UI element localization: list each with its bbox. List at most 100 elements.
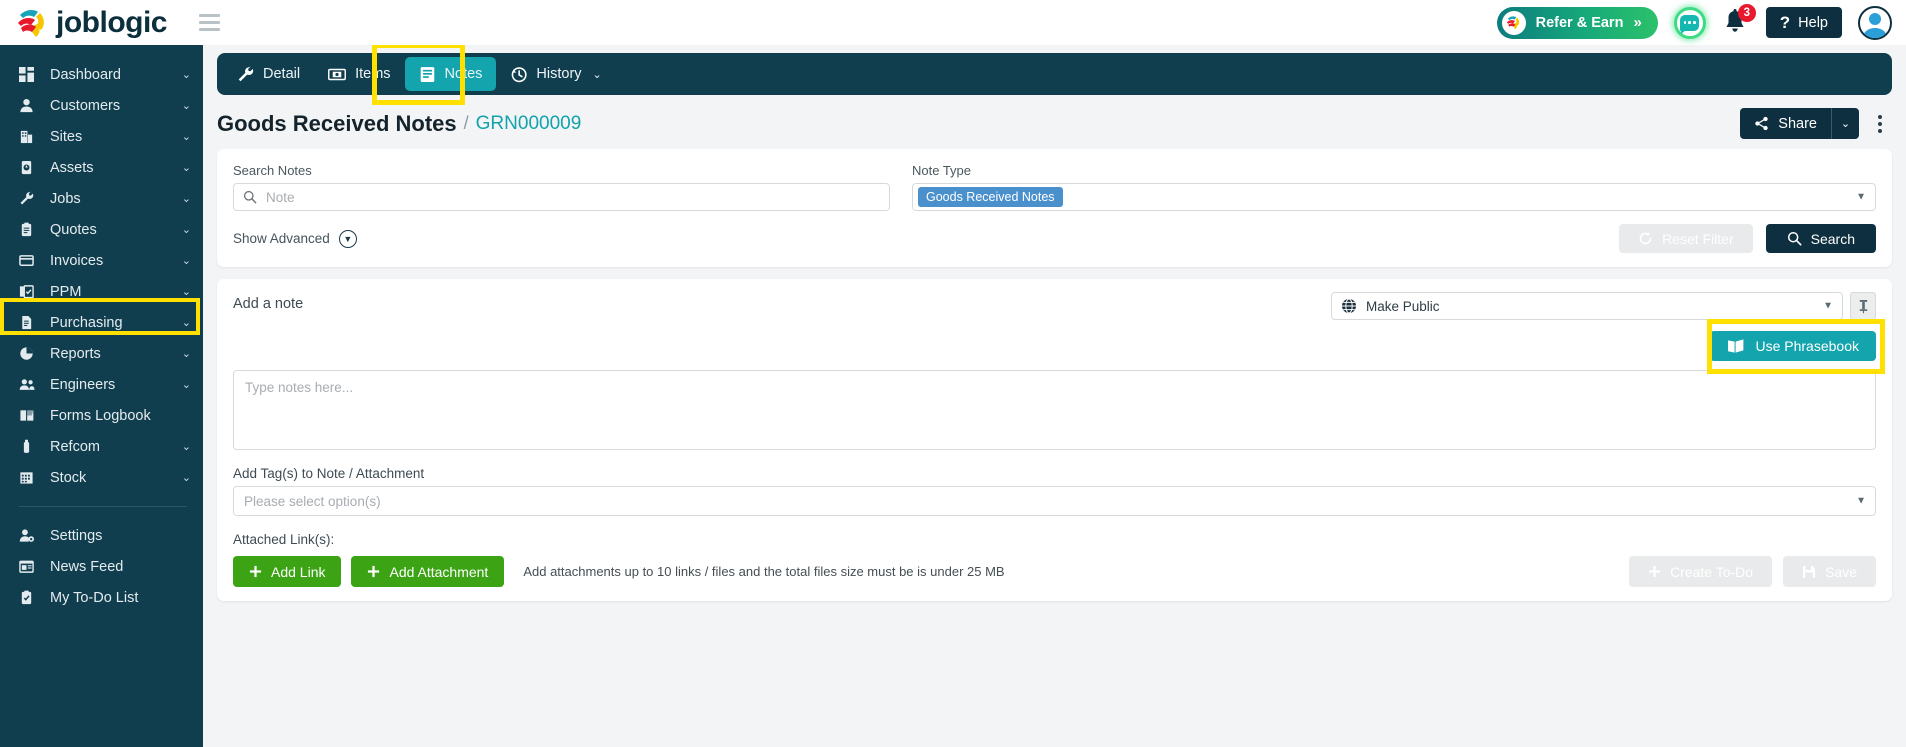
note-textarea[interactable]: Type notes here... [233,370,1876,450]
filter-fields-row: Search Notes Note Note Type Goods Receiv… [233,163,1876,211]
sidebar-label: Reports [50,345,101,362]
share-dropdown-toggle[interactable]: ⌄ [1832,108,1859,139]
filter-buttons: Reset Filter Search [1619,224,1876,253]
sidebar-item-dashboard[interactable]: Dashboard ⌄ [0,59,203,90]
sidebar-label: Invoices [50,252,104,269]
users-icon [19,377,39,392]
save-button[interactable]: Save [1783,556,1876,587]
joblogic-logo-icon [14,6,50,40]
reset-filter-button[interactable]: Reset Filter [1619,224,1753,253]
note-type-chip[interactable]: Goods Received Notes [918,187,1063,207]
add-note-card: Add a note Make Public ▼ Use Phrasebook … [217,279,1892,601]
filter-card: Search Notes Note Note Type Goods Receiv… [217,149,1892,267]
refer-logo-icon [1501,10,1526,35]
sidebar-item-forms-logbook[interactable]: Forms Logbook [0,400,203,431]
share-button-main[interactable]: Share [1740,108,1831,139]
reset-filter-label: Reset Filter [1662,230,1734,247]
show-advanced-label: Show Advanced [233,231,330,246]
sidebar-label: Sites [50,128,83,145]
more-options-icon[interactable] [1868,108,1892,139]
clipboard-icon [19,222,39,237]
use-phrasebook-label: Use Phrasebook [1755,338,1859,354]
pin-note-button[interactable] [1850,292,1876,320]
asset-icon [19,160,39,175]
search-input[interactable]: Note [233,183,890,211]
chevron-down-icon: ⌄ [181,224,191,236]
refer-and-earn-button[interactable]: Refer & Earn » [1496,6,1658,39]
tab-detail[interactable]: Detail [223,57,314,91]
chevron-down-circle-icon: ▼ [338,229,357,248]
sidebar-item-jobs[interactable]: Jobs ⌄ [0,183,203,214]
sidebar-item-customers[interactable]: Customers ⌄ [0,90,203,121]
plus-icon [249,565,262,578]
sidebar-item-my-todo-list[interactable]: My To-Do List [0,582,203,613]
chevron-down-icon[interactable]: ▼ [1823,301,1833,312]
notifications-button[interactable]: 3 [1722,3,1756,38]
sidebar-label: Forms Logbook [50,407,151,424]
sidebar-label: My To-Do List [50,589,139,606]
search-input-placeholder: Note [266,189,295,205]
sidebar-item-quotes[interactable]: Quotes ⌄ [0,214,203,245]
sidebar-item-ppm[interactable]: PPM ⌄ [0,276,203,307]
sidebar-label: Jobs [50,190,81,207]
tab-history[interactable]: History ⌄ [496,57,615,91]
create-todo-button[interactable]: Create To-Do [1629,556,1773,587]
search-button[interactable]: Search [1765,224,1876,253]
page-header: Goods Received Notes / GRN000009 Share ⌄ [203,95,1906,149]
tab-notes[interactable]: Notes [404,57,497,91]
add-attachment-label: Add Attachment [389,563,489,580]
sidebar-item-reports[interactable]: Reports ⌄ [0,338,203,369]
sidebar-item-news-feed[interactable]: News Feed [0,551,203,582]
sidebar-label: Purchasing [50,314,123,331]
search-button-label: Search [1810,230,1855,247]
add-link-button[interactable]: Add Link [233,556,342,587]
chevron-down-icon[interactable]: ▼ [1856,192,1866,203]
share-icon [1754,116,1769,131]
chevron-down-icon: ⌄ [181,379,191,391]
phrasebook-row: Use Phrasebook [233,319,1885,374]
menu-toggle-icon[interactable] [199,14,220,31]
sidebar-item-sites[interactable]: Sites ⌄ [0,121,203,152]
dashboard-icon [19,67,39,82]
sidebar-item-invoices[interactable]: Invoices ⌄ [0,245,203,276]
use-phrasebook-button[interactable]: Use Phrasebook [1710,331,1876,361]
news-icon [19,559,39,574]
chat-button[interactable] [1673,6,1706,39]
add-note-title: Add a note [233,296,304,312]
add-tags-select[interactable]: Please select option(s) ▼ [233,486,1876,516]
page-reference: GRN000009 [475,112,582,134]
sidebar-item-purchasing[interactable]: Purchasing ⌄ [0,307,203,338]
book-icon [19,408,39,423]
notes-icon [419,66,436,83]
chevron-down-icon: ⌄ [181,131,191,143]
brand-logo[interactable]: joblogic [0,6,168,40]
wrench-icon [237,66,254,83]
note-save-actions: Create To-Do Save [1629,556,1876,587]
sidebar-label: News Feed [50,558,124,575]
sidebar-item-engineers[interactable]: Engineers ⌄ [0,369,203,400]
sidebar-label: Settings [50,527,103,544]
sidebar-item-settings[interactable]: Settings [0,520,203,551]
note-type-select[interactable]: Goods Received Notes ▼ [912,183,1876,211]
sidebar-item-stock[interactable]: Stock ⌄ [0,462,203,493]
show-advanced-toggle[interactable]: Show Advanced ▼ [233,229,357,248]
chevron-down-icon: ⌄ [181,472,191,484]
pin-icon [1857,299,1870,314]
tab-items[interactable]: Items [314,57,404,91]
save-label: Save [1825,563,1857,580]
chevron-down-icon[interactable]: ▼ [1856,496,1866,507]
share-button[interactable]: Share ⌄ [1740,108,1859,139]
note-visibility-select[interactable]: Make Public ▼ [1331,292,1843,320]
chevron-down-icon: ⌄ [181,162,191,174]
sidebar-item-refcom[interactable]: Refcom ⌄ [0,431,203,462]
help-button[interactable]: ? Help [1765,7,1842,38]
search-notes-field-group: Search Notes Note [233,163,890,211]
user-icon [19,98,39,113]
add-attachment-button[interactable]: Add Attachment [351,556,505,587]
main-content: Detail Items Notes History ⌄ Goods Recei… [203,43,1906,747]
chevron-down-icon: ⌄ [181,193,191,205]
breadcrumb-separator: / [463,113,469,133]
sidebar-item-assets[interactable]: Assets ⌄ [0,152,203,183]
user-avatar[interactable] [1858,5,1892,40]
grid-icon [19,470,39,485]
